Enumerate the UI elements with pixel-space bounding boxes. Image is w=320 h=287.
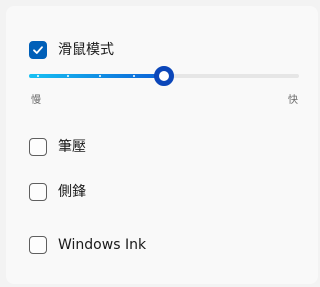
speed-slider-fill (29, 74, 164, 78)
pressure-option[interactable]: 筆壓 (29, 137, 86, 157)
slider-tick (67, 75, 69, 77)
speed-slider-thumb[interactable] (154, 66, 174, 86)
slider-tick (133, 75, 135, 77)
slider-tick (37, 75, 39, 77)
mouse-mode-checkbox[interactable] (29, 41, 47, 59)
slider-max-label: 快 (288, 95, 298, 106)
windows-ink-checkbox[interactable] (29, 236, 47, 254)
slider-min-label: 慢 (31, 95, 41, 106)
side-edge-option[interactable]: 側鋒 (29, 182, 86, 202)
pressure-label: 筆壓 (58, 139, 86, 155)
pressure-checkbox[interactable] (29, 138, 47, 156)
windows-ink-label: Windows Ink (58, 237, 147, 253)
mouse-mode-option[interactable]: 滑鼠模式 (29, 40, 114, 60)
mouse-mode-label: 滑鼠模式 (58, 42, 114, 58)
side-edge-checkbox[interactable] (29, 183, 47, 201)
windows-ink-option[interactable]: Windows Ink (29, 235, 146, 255)
side-edge-label: 側鋒 (58, 184, 86, 200)
slider-tick (99, 75, 101, 77)
checkmark-icon (33, 46, 43, 54)
